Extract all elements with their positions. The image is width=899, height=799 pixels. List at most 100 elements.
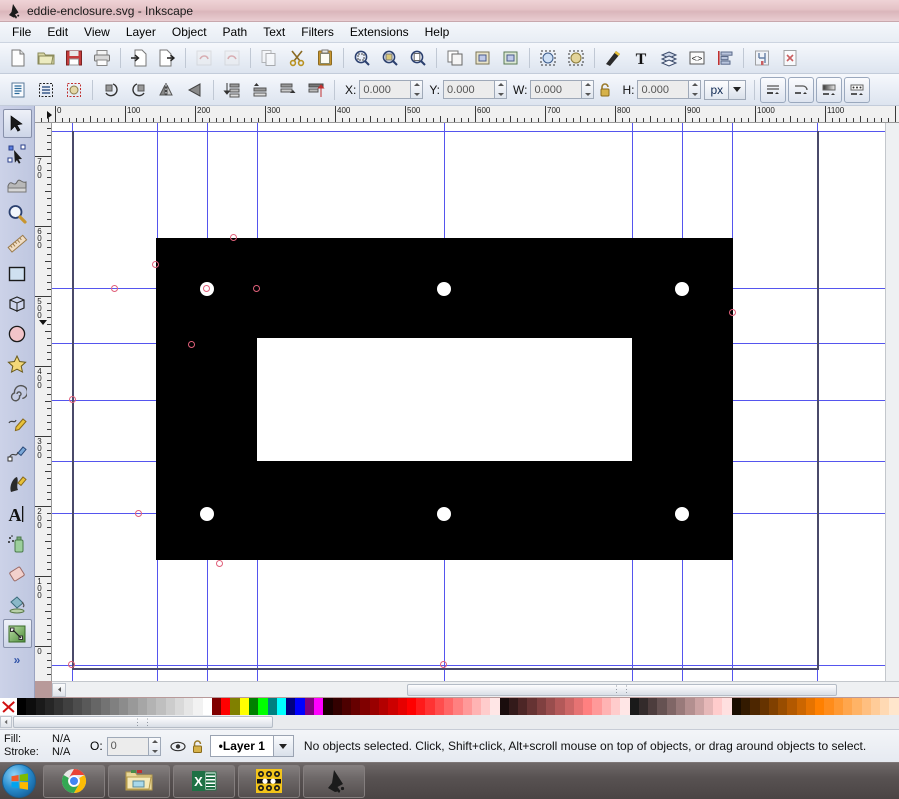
- palette-swatch[interactable]: [843, 698, 852, 715]
- menu-object[interactable]: Object: [164, 23, 215, 41]
- chevron-down-icon[interactable]: [728, 81, 745, 99]
- palette-swatch[interactable]: [741, 698, 750, 715]
- fill-stroke-indicator[interactable]: Fill: N/A Stroke: N/A: [0, 733, 80, 759]
- x-field[interactable]: [359, 80, 423, 99]
- zoom-page-icon[interactable]: [405, 45, 431, 71]
- h-field-spinner[interactable]: [689, 80, 701, 99]
- horizontal-scrollbar[interactable]: ⋮⋮: [52, 681, 899, 697]
- palette-swatch[interactable]: [268, 698, 277, 715]
- horizontal-ruler[interactable]: 010020030040050060070080090010001100: [35, 106, 899, 123]
- menu-edit[interactable]: Edit: [39, 23, 76, 41]
- palette-swatch[interactable]: [880, 698, 889, 715]
- tweak-tool[interactable]: [3, 169, 32, 198]
- fill-stroke-dialog-icon[interactable]: [600, 45, 626, 71]
- palette-swatch[interactable]: [732, 698, 741, 715]
- affect-gradients-icon[interactable]: [816, 77, 842, 103]
- mounting-hole[interactable]: [437, 282, 451, 296]
- paste-icon[interactable]: [312, 45, 338, 71]
- palette-swatch[interactable]: [722, 698, 731, 715]
- palette-swatch[interactable]: [435, 698, 444, 715]
- palette-swatch[interactable]: [685, 698, 694, 715]
- palette-scroll-left-icon[interactable]: [0, 716, 12, 728]
- palette-swatch[interactable]: [128, 698, 137, 715]
- palette-swatch[interactable]: [527, 698, 536, 715]
- cut-icon[interactable]: [284, 45, 310, 71]
- palette-swatch[interactable]: [787, 698, 796, 715]
- h-field-input[interactable]: [637, 80, 689, 99]
- palette-swatch[interactable]: [574, 698, 583, 715]
- palette-swatch[interactable]: [360, 698, 369, 715]
- guide-handle-node[interactable]: [230, 234, 237, 241]
- palette-swatch[interactable]: [806, 698, 815, 715]
- guide-handle-node[interactable]: [111, 285, 118, 292]
- measure-tool[interactable]: [3, 229, 32, 258]
- copy-icon[interactable]: [256, 45, 282, 71]
- lower-icon[interactable]: [247, 77, 273, 103]
- palette-swatch[interactable]: [583, 698, 592, 715]
- palette-swatch[interactable]: [323, 698, 332, 715]
- palette-swatch[interactable]: [509, 698, 518, 715]
- palette-swatch[interactable]: [295, 698, 304, 715]
- h-field[interactable]: [637, 80, 701, 99]
- palette-swatch[interactable]: [871, 698, 880, 715]
- palette-swatch[interactable]: [630, 698, 639, 715]
- xml-editor-icon[interactable]: <>: [684, 45, 710, 71]
- layers-dialog-icon[interactable]: [656, 45, 682, 71]
- print-icon[interactable]: [89, 45, 115, 71]
- gradient-tool[interactable]: [3, 619, 32, 648]
- palette-swatch[interactable]: [82, 698, 91, 715]
- palette-swatch[interactable]: [750, 698, 759, 715]
- vertical-scrollbar[interactable]: [885, 123, 899, 681]
- palette-swatch[interactable]: [481, 698, 490, 715]
- deselect-icon[interactable]: [61, 77, 87, 103]
- opacity-field[interactable]: [107, 737, 161, 756]
- new-document-icon[interactable]: [5, 45, 31, 71]
- palette-swatch[interactable]: [500, 698, 509, 715]
- palette-swatch[interactable]: [342, 698, 351, 715]
- document-properties-icon[interactable]: [777, 45, 803, 71]
- palette-swatch[interactable]: [760, 698, 769, 715]
- spray-tool[interactable]: [3, 529, 32, 558]
- ungroup-icon[interactable]: [498, 45, 524, 71]
- palette-swatch[interactable]: [444, 698, 453, 715]
- text-tool[interactable]: A: [3, 499, 32, 528]
- guide-horizontal[interactable]: [52, 665, 885, 666]
- group-icon[interactable]: [470, 45, 496, 71]
- palette-swatch[interactable]: [778, 698, 787, 715]
- rotate-cw-icon[interactable]: [126, 77, 152, 103]
- palette-swatch[interactable]: [286, 698, 295, 715]
- palette-swatch[interactable]: [639, 698, 648, 715]
- palette-swatch[interactable]: [657, 698, 666, 715]
- palette-swatch[interactable]: [166, 698, 175, 715]
- guide-handle-node[interactable]: [188, 341, 195, 348]
- palette-swatch[interactable]: [667, 698, 676, 715]
- palette-swatch-none[interactable]: [0, 698, 17, 715]
- guide-handle-node[interactable]: [152, 261, 159, 268]
- palette-swatch[interactable]: [36, 698, 45, 715]
- menu-filters[interactable]: Filters: [293, 23, 342, 41]
- palette-swatch[interactable]: [472, 698, 481, 715]
- palette-swatch[interactable]: [425, 698, 434, 715]
- raise-icon[interactable]: [275, 77, 301, 103]
- palette-swatch[interactable]: [379, 698, 388, 715]
- palette-swatch[interactable]: [824, 698, 833, 715]
- guide-horizontal[interactable]: [52, 131, 885, 132]
- palette-swatch[interactable]: [277, 698, 286, 715]
- palette-swatch[interactable]: [221, 698, 230, 715]
- palette-swatch[interactable]: [815, 698, 824, 715]
- palette-swatch[interactable]: [398, 698, 407, 715]
- palette-swatch[interactable]: [676, 698, 685, 715]
- palette-swatch[interactable]: [416, 698, 425, 715]
- open-document-icon[interactable]: [33, 45, 59, 71]
- align-dialog-icon[interactable]: [712, 45, 738, 71]
- select-all-layers-icon[interactable]: [33, 77, 59, 103]
- menu-text[interactable]: Text: [255, 23, 293, 41]
- horizontal-scroll-thumb[interactable]: ⋮⋮: [407, 684, 837, 696]
- start-orb-icon[interactable]: [2, 764, 36, 798]
- export-icon[interactable]: [154, 45, 180, 71]
- unit-selector[interactable]: px: [704, 80, 746, 100]
- guide-handle-node[interactable]: [68, 661, 75, 668]
- selector-tool[interactable]: [3, 109, 32, 138]
- x-field-input[interactable]: [359, 80, 411, 99]
- palette-swatch[interactable]: [834, 698, 843, 715]
